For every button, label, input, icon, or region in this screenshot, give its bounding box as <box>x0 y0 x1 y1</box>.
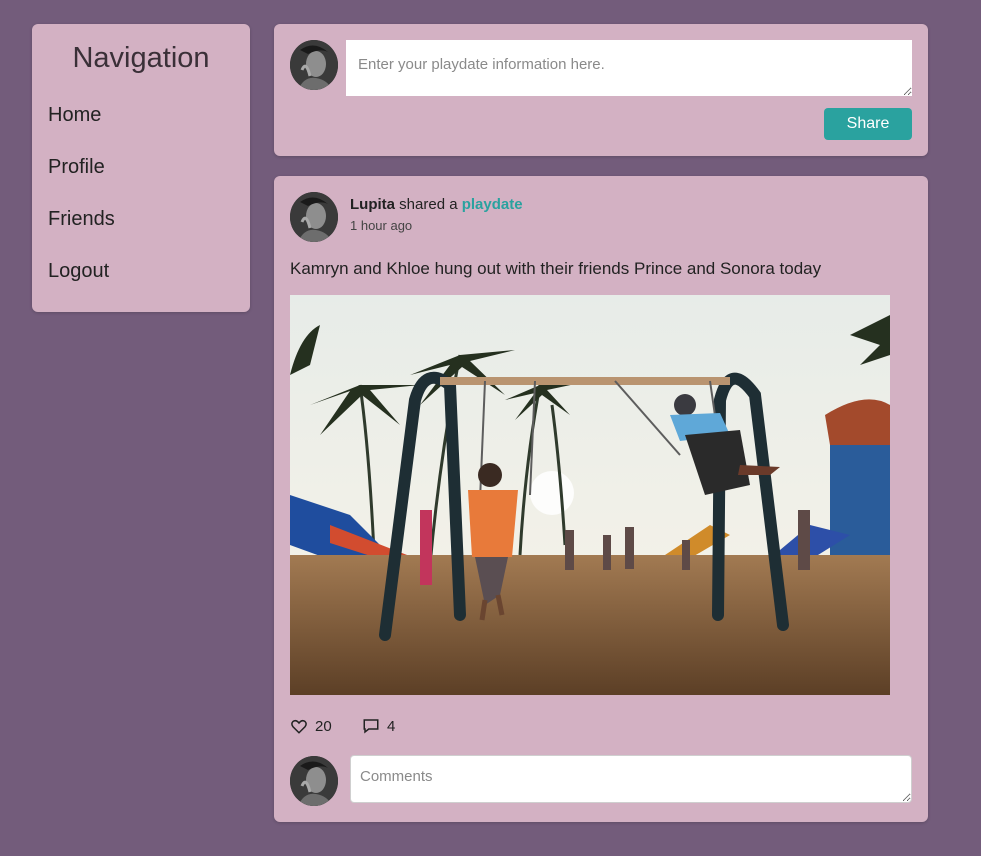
heart-icon <box>291 719 307 734</box>
comment-icon <box>363 719 379 734</box>
navigation-panel: Navigation Home Profile Friends Logout <box>32 24 250 312</box>
post-meta: Lupita shared a playdate 1 hour ago <box>350 196 523 233</box>
nav-item-profile[interactable]: Profile <box>48 156 105 179</box>
commenter-avatar[interactable] <box>290 756 338 806</box>
user-avatar[interactable] <box>290 40 338 90</box>
navigation-title: Navigation <box>72 42 210 74</box>
nav-item-logout[interactable]: Logout <box>48 260 109 283</box>
share-button[interactable]: Share <box>824 108 912 140</box>
post-card: Lupita shared a playdate 1 hour ago Kamr… <box>274 176 928 822</box>
post-timestamp: 1 hour ago <box>350 218 413 233</box>
comment-input[interactable] <box>350 755 912 803</box>
comment-button[interactable]: 4 <box>362 717 395 735</box>
comment-count: 4 <box>387 717 396 735</box>
like-button[interactable]: 20 <box>290 717 332 735</box>
author-avatar[interactable] <box>290 192 338 242</box>
playdate-link[interactable]: playdate <box>462 196 523 213</box>
like-count: 20 <box>315 717 332 735</box>
post-text: Kamryn and Khloe hung out with their fri… <box>290 259 822 278</box>
composer-card: Share <box>274 24 928 156</box>
nav-item-home[interactable]: Home <box>48 104 101 127</box>
post-author[interactable]: Lupita <box>350 196 395 213</box>
playdate-info-input[interactable] <box>346 40 912 96</box>
post-action-text: shared a <box>395 196 462 213</box>
post-photo <box>290 295 890 695</box>
nav-item-friends[interactable]: Friends <box>48 208 115 231</box>
